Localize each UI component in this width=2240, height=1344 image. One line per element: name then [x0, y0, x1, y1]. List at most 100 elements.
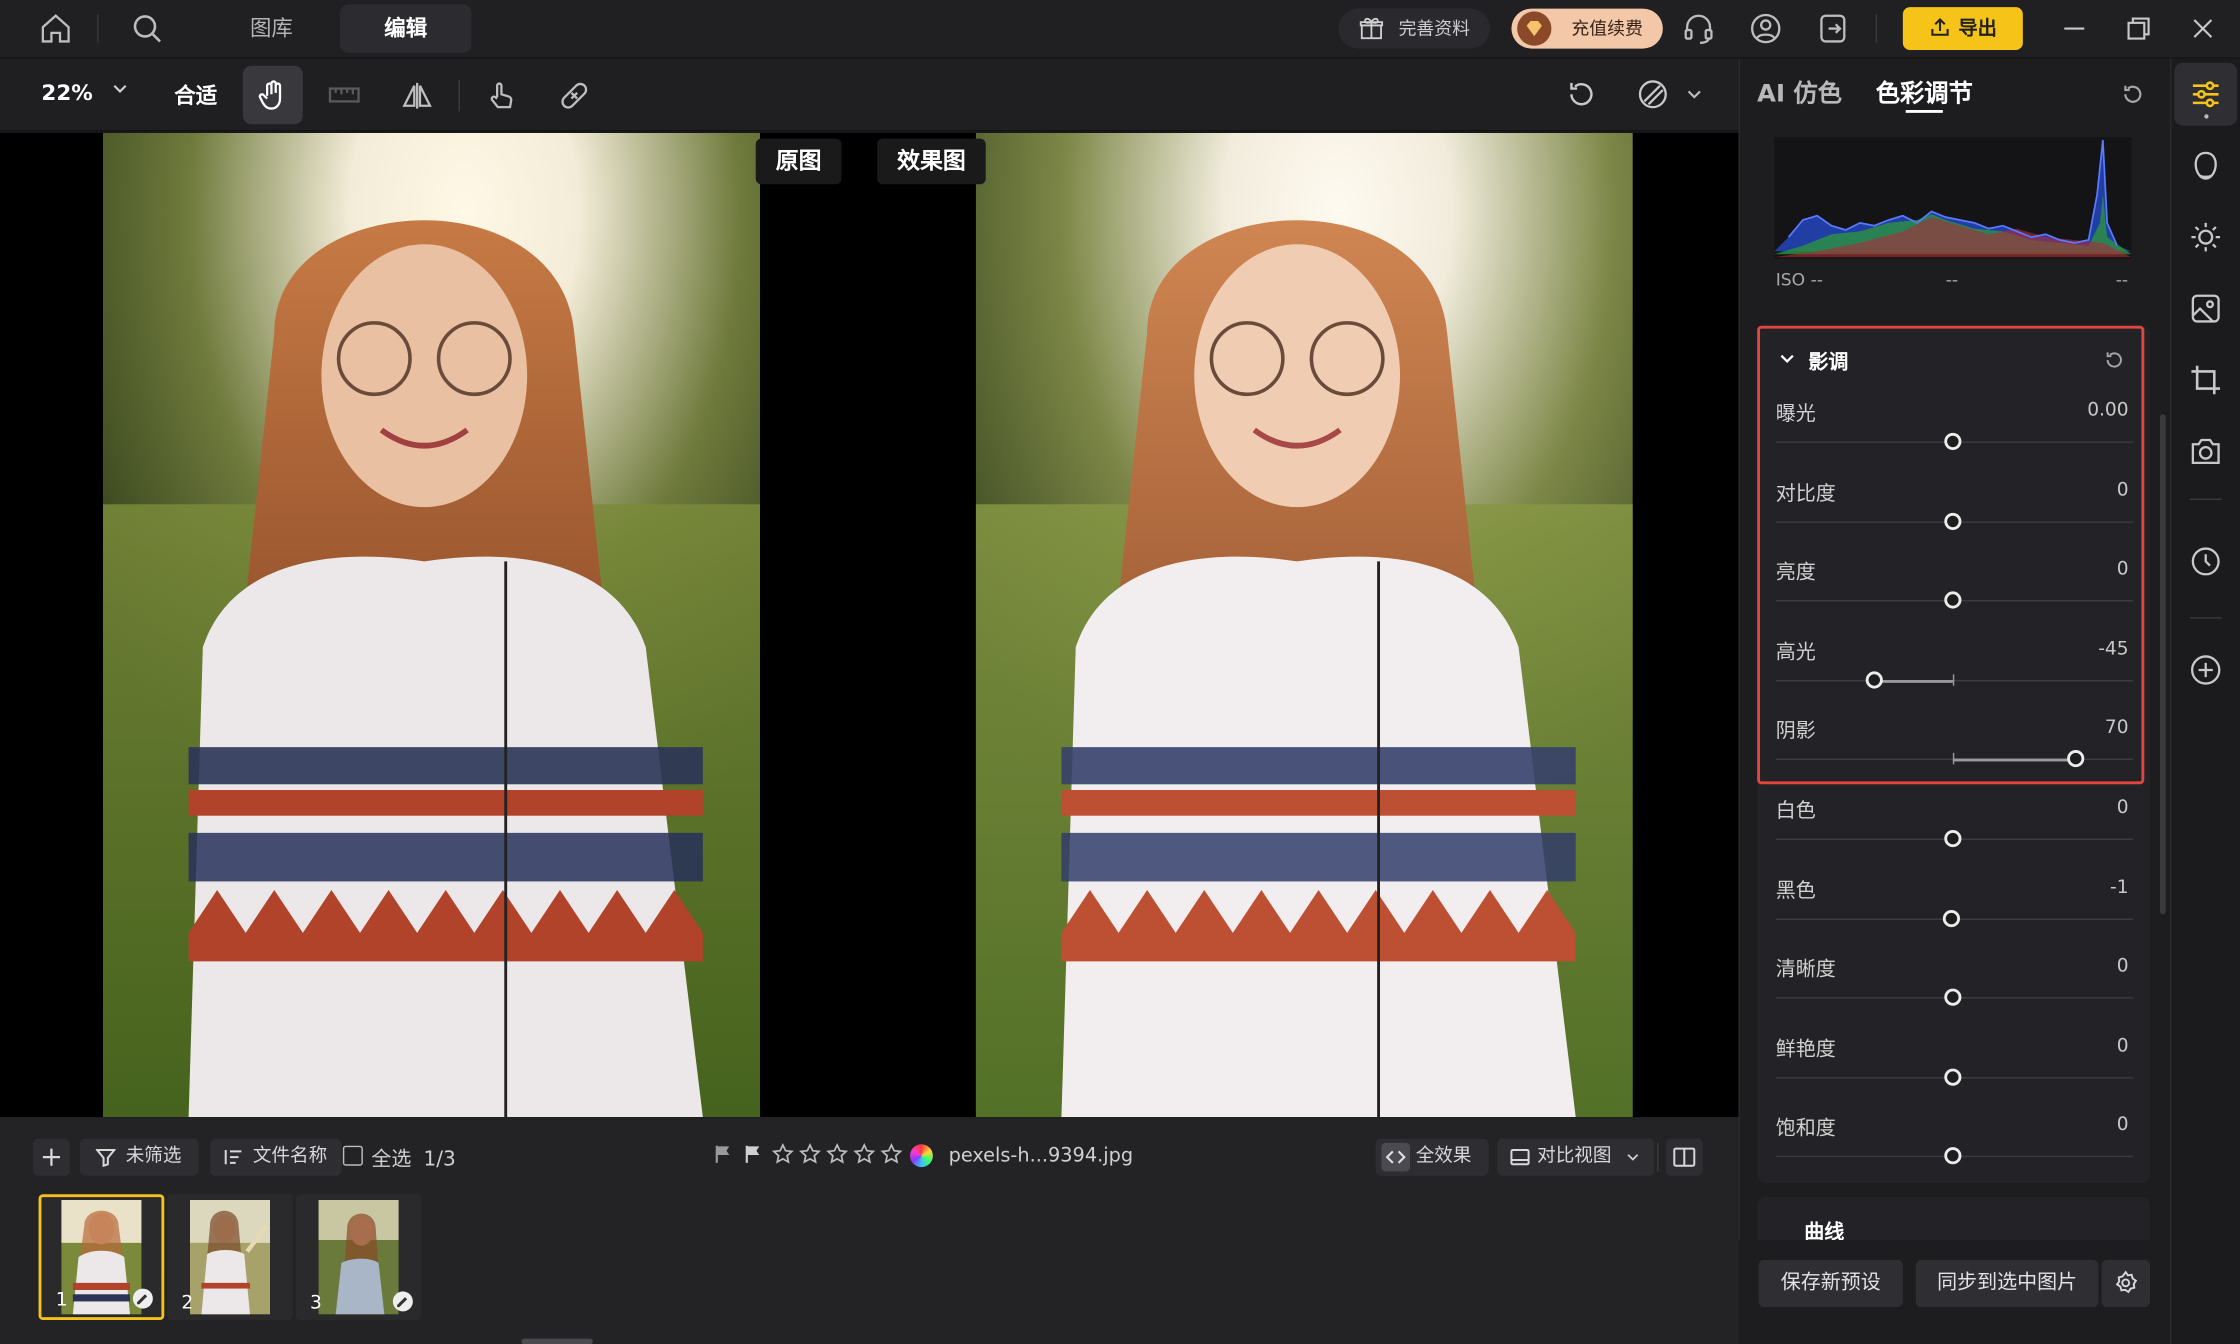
profile-label: 完善资料 — [1398, 17, 1471, 39]
star-icon[interactable] — [880, 1143, 903, 1166]
divider — [2189, 617, 2222, 619]
star-icon[interactable] — [799, 1143, 822, 1166]
edited-pencil-icon — [392, 1291, 413, 1312]
slider-center-tick — [1952, 752, 1955, 765]
select-all-checkbox[interactable] — [342, 1145, 363, 1166]
minimize-icon[interactable] — [2057, 11, 2091, 45]
mask-icon[interactable] — [1636, 77, 1670, 111]
slider-value[interactable]: 70 — [2057, 717, 2129, 738]
section-title: 影调 — [1808, 351, 1849, 375]
thumbnail-number: 3 — [309, 1292, 322, 1315]
hand-tool-button[interactable] — [242, 65, 303, 125]
rail-crop-button[interactable] — [2174, 349, 2237, 412]
zoom-level[interactable]: 22% — [41, 80, 128, 106]
sort-button[interactable]: 文件名称 — [209, 1138, 342, 1176]
complete-profile-button[interactable]: 完善资料 — [1338, 8, 1491, 49]
rail-face-button[interactable] — [2174, 134, 2237, 197]
color-label-icon[interactable] — [909, 1144, 933, 1168]
save-preset-button[interactable]: 保存新预设 — [1758, 1259, 1903, 1308]
tab-library[interactable]: 图库 — [224, 4, 318, 53]
slider-value[interactable]: 0 — [2057, 956, 2129, 977]
curves-section[interactable]: 曲线 — [1757, 1197, 2150, 1240]
slider-knob[interactable] — [1944, 1147, 1962, 1165]
slider-knob[interactable] — [1865, 671, 1883, 689]
star-rating[interactable] — [771, 1143, 903, 1166]
support-headset-icon[interactable] — [1681, 11, 1715, 45]
compare-view-button[interactable]: 对比视图 — [1497, 1138, 1655, 1176]
slider-value[interactable]: -1 — [2057, 877, 2129, 898]
home-icon[interactable] — [39, 11, 73, 45]
tab-color-adjust[interactable]: 色彩调节 — [1876, 73, 1973, 109]
slider-knob[interactable] — [1944, 591, 1962, 609]
star-icon[interactable] — [771, 1143, 794, 1166]
slider-knob[interactable] — [1944, 829, 1962, 848]
thumbnail[interactable]: 3 — [295, 1194, 422, 1320]
slider-knob[interactable] — [2067, 749, 2085, 768]
flag-reject-icon[interactable] — [743, 1144, 763, 1164]
touch-tool-button[interactable] — [471, 66, 531, 125]
export-button[interactable]: 导出 — [1902, 7, 2023, 50]
slider-knob[interactable] — [1944, 512, 1962, 530]
flag-pick-icon[interactable] — [713, 1144, 733, 1164]
undo-icon[interactable] — [1564, 77, 1598, 111]
all-effects-button[interactable]: 全效果 — [1375, 1138, 1489, 1176]
slider-knob[interactable] — [1944, 1068, 1962, 1086]
gear-icon — [2115, 1270, 2138, 1294]
filmstrip-scrollbar[interactable] — [521, 1338, 593, 1344]
select-all-text: 全选 — [371, 1148, 412, 1172]
settings-button[interactable] — [2101, 1259, 2150, 1308]
slider-value[interactable]: 0.00 — [2057, 400, 2128, 421]
slider-label: 清晰度 — [1775, 958, 1836, 982]
chevron-down-icon — [112, 80, 129, 97]
flip-icon — [402, 82, 432, 109]
thumbnail[interactable]: 1 — [38, 1194, 165, 1320]
chevron-down-icon[interactable] — [1686, 86, 1703, 103]
filter-button[interactable]: 未筛选 — [79, 1138, 199, 1176]
flip-tool-button[interactable] — [387, 66, 447, 125]
slider-value[interactable]: 0 — [2057, 797, 2129, 818]
reset-all-icon[interactable] — [2120, 81, 2146, 107]
iso-mid: -- — [1945, 269, 1959, 290]
star-icon[interactable] — [853, 1143, 876, 1166]
add-photo-button[interactable] — [32, 1138, 70, 1176]
thumbnail[interactable]: 2 — [167, 1194, 293, 1320]
rail-history-button[interactable] — [2174, 530, 2237, 593]
tab-ai-color[interactable]: AI 仿色 — [1757, 73, 1842, 109]
slider-value[interactable]: 0 — [2057, 559, 2129, 580]
divider — [1875, 14, 1878, 43]
slider-label: 白色 — [1775, 799, 1816, 823]
account-icon[interactable] — [1749, 11, 1783, 45]
slider-label: 鲜艳度 — [1775, 1038, 1836, 1062]
split-view-button[interactable] — [1665, 1138, 1703, 1176]
logout-icon[interactable] — [1816, 11, 1850, 45]
slider-fill — [1873, 679, 1953, 683]
slider-value[interactable]: 0 — [2057, 1036, 2129, 1057]
tab-edit[interactable]: 编辑 — [339, 4, 472, 53]
rail-light-button[interactable] — [2174, 206, 2237, 269]
selection-count: 1/3 — [423, 1148, 456, 1172]
section-header[interactable]: 影调 — [1779, 347, 1849, 376]
star-icon[interactable] — [826, 1143, 849, 1166]
sync-to-selected-button[interactable]: 同步到选中图片 — [1915, 1259, 2099, 1308]
result-label: 效果图 — [877, 138, 986, 185]
slider-value[interactable]: 0 — [2057, 1114, 2129, 1135]
close-icon[interactable] — [2186, 11, 2220, 45]
rail-image-button[interactable] — [2174, 277, 2237, 340]
slider-knob[interactable] — [1942, 909, 1960, 928]
slider-value[interactable]: 0 — [2057, 480, 2129, 501]
search-icon[interactable] — [130, 11, 164, 45]
reset-section-icon[interactable] — [2103, 349, 2126, 372]
panel-scrollbar[interactable] — [2159, 414, 2166, 915]
slider-knob[interactable] — [1944, 988, 1962, 1006]
rail-add-button[interactable] — [2174, 639, 2237, 702]
fit-button[interactable]: 合适 — [174, 80, 217, 110]
restore-icon[interactable] — [2121, 11, 2155, 45]
ruler-tool-button[interactable] — [314, 66, 374, 125]
rail-camera-button[interactable] — [2174, 420, 2237, 483]
slider-value[interactable]: -45 — [2057, 639, 2128, 660]
healing-tool-button[interactable] — [544, 66, 604, 125]
divider — [458, 79, 460, 112]
recharge-button[interactable]: 充值续费 — [1511, 8, 1663, 49]
select-all-label[interactable]: 全选 1/3 — [371, 1144, 455, 1173]
slider-knob[interactable] — [1944, 432, 1962, 450]
